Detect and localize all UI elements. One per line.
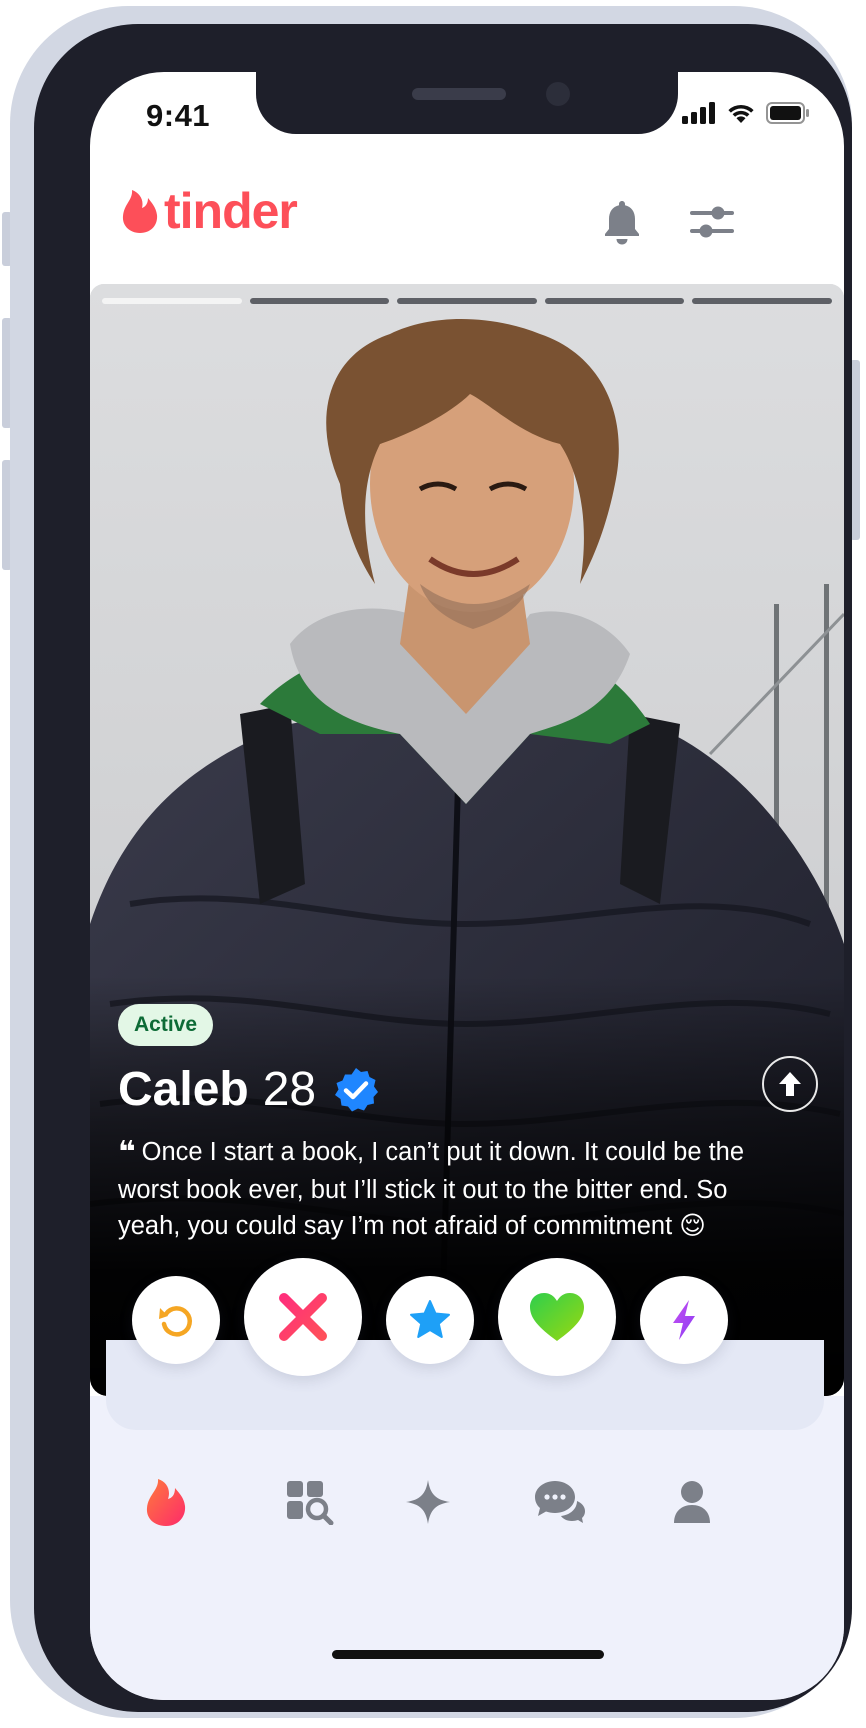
notifications-button[interactable] — [602, 198, 642, 251]
quote-icon: ❝ — [118, 1136, 136, 1169]
phone-notch — [256, 72, 678, 134]
sliders-icon — [690, 206, 734, 238]
explore-icon — [287, 1481, 334, 1525]
photo-indicator-3[interactable] — [397, 298, 537, 304]
action-tray — [106, 1340, 824, 1430]
flame-icon — [146, 1479, 186, 1526]
app-screen: 9:41 tinder Active Caleb 28 ❝ Once I sta… — [90, 72, 844, 1700]
photo-indicator-1[interactable] — [102, 298, 242, 304]
nope-button[interactable] — [244, 1258, 362, 1376]
name-row: Caleb 28 — [118, 1062, 380, 1117]
photo-indicator-5[interactable] — [692, 298, 832, 304]
app-header: tinder — [90, 172, 844, 282]
person-icon — [674, 1481, 710, 1523]
nav-home[interactable] — [126, 1462, 206, 1542]
front-camera — [546, 82, 570, 106]
active-status-badge: Active — [118, 1004, 214, 1046]
rewind-icon — [159, 1306, 192, 1337]
status-time: 9:41 — [146, 98, 211, 133]
battery-icon — [766, 102, 809, 124]
photo-indicator-2[interactable] — [249, 298, 390, 304]
boost-button[interactable] — [640, 1276, 728, 1364]
bottom-nav — [90, 1462, 844, 1542]
x-icon — [279, 1293, 327, 1341]
photo-indicator-4[interactable] — [544, 298, 685, 304]
cellular-signal-icon — [682, 102, 715, 124]
lightning-icon — [673, 1300, 695, 1340]
photo-progress — [102, 298, 832, 304]
wifi-icon — [728, 104, 754, 123]
bio-text: Once I start a book, I can’t put it down… — [118, 1138, 745, 1240]
super-like-button[interactable] — [386, 1276, 474, 1364]
home-indicator[interactable] — [332, 1650, 604, 1659]
logo-text: tinder — [164, 183, 298, 239]
star-icon — [410, 1300, 450, 1338]
arrow-up-icon — [779, 1072, 801, 1096]
bell-icon — [605, 201, 639, 245]
chat-icon — [535, 1481, 585, 1523]
flame-logo-icon — [122, 190, 158, 233]
nav-profile[interactable] — [652, 1462, 732, 1542]
verified-badge-icon — [335, 1067, 379, 1111]
sparkle-icon — [406, 1480, 450, 1524]
like-button[interactable] — [498, 1258, 616, 1376]
phone-bezel: 9:41 tinder Active Caleb 28 ❝ Once I sta… — [34, 24, 852, 1712]
rewind-button[interactable] — [132, 1276, 220, 1364]
nav-messages[interactable] — [520, 1462, 600, 1542]
profile-card[interactable]: Active Caleb 28 ❝ Once I start a book, I … — [90, 284, 844, 1396]
nav-explore[interactable] — [270, 1462, 350, 1542]
speaker-grille — [412, 88, 506, 100]
phone-frame: 9:41 tinder Active Caleb 28 ❝ Once I sta… — [10, 6, 852, 1718]
nav-gold[interactable] — [388, 1462, 468, 1542]
profile-age: 28 — [262, 1063, 317, 1116]
profile-bio: ❝ Once I start a book, I can’t put it dow… — [118, 1134, 758, 1245]
filters-button[interactable] — [688, 202, 736, 247]
tinder-logo[interactable]: tinder — [120, 182, 298, 240]
profile-name: Caleb — [118, 1063, 249, 1116]
expand-profile-button[interactable] — [762, 1056, 818, 1112]
status-icons — [682, 102, 810, 124]
heart-icon — [530, 1293, 584, 1341]
